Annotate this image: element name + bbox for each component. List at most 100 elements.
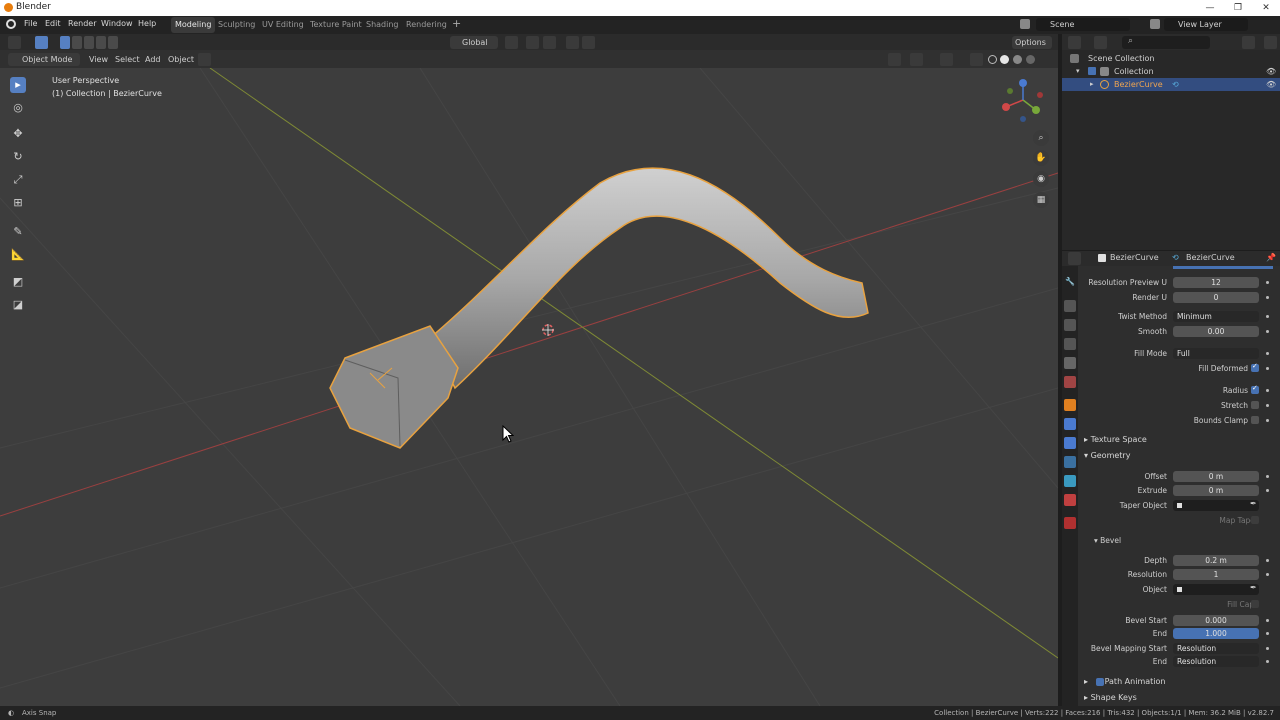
proportional-edit-icon[interactable] (566, 36, 579, 49)
outliner-row-scene-collection[interactable]: Scene Collection (1062, 52, 1280, 65)
new-collection-icon[interactable] (1264, 36, 1277, 49)
display-mode-icon[interactable] (1094, 36, 1107, 49)
tab-shading[interactable]: Shading (362, 17, 403, 33)
outliner-editor-icon[interactable] (1068, 36, 1081, 49)
constraints-tab-icon[interactable] (1064, 456, 1076, 468)
select-intersect-icon[interactable] (108, 36, 118, 49)
view-layer-tab-icon[interactable] (1064, 338, 1076, 350)
world-tab-icon[interactable] (1064, 376, 1076, 388)
filter-icon[interactable] (1242, 36, 1255, 49)
bevel-mapping-start-dropdown[interactable]: Resolution (1173, 643, 1259, 654)
path-animation-panel-header[interactable]: ▸ Path Animation (1084, 677, 1165, 686)
menu-help[interactable]: Help (138, 19, 156, 28)
render-tab-icon[interactable] (1064, 300, 1076, 312)
scale-tool-icon[interactable]: ⤢ (10, 172, 26, 188)
menu-edit[interactable]: Edit (45, 19, 61, 28)
select-invert-icon[interactable] (96, 36, 106, 49)
wireframe-shading-icon[interactable] (988, 55, 997, 64)
offset-field[interactable]: 0 m (1173, 471, 1259, 482)
menu-select[interactable]: Select (115, 53, 140, 66)
menu-view[interactable]: View (89, 53, 108, 66)
smooth-field[interactable]: 0.00 (1173, 326, 1259, 337)
expand-chevron-icon[interactable]: ▸ (1090, 78, 1094, 91)
select-box-tool-icon[interactable]: ▸ (10, 77, 26, 93)
geometry-panel-header[interactable]: ▾ Geometry (1084, 451, 1130, 460)
overlay-toggle-icon[interactable] (940, 53, 953, 66)
close-button[interactable]: ✕ (1252, 0, 1280, 16)
material-shading-icon[interactable] (1013, 55, 1022, 64)
select-new-icon[interactable] (60, 36, 70, 49)
include-checkbox[interactable] (1088, 67, 1096, 75)
bevel-end-field[interactable]: 1.000 (1173, 628, 1259, 639)
snap-target-icon[interactable] (543, 36, 556, 49)
menu-render[interactable]: Render (68, 19, 96, 28)
navigation-gizmo[interactable] (998, 75, 1048, 125)
map-taper-checkbox[interactable] (1251, 516, 1259, 524)
annotate-tool-icon[interactable]: ✎ (10, 224, 26, 240)
select-subtract-icon[interactable] (84, 36, 94, 49)
bounds-clamp-checkbox[interactable] (1251, 416, 1259, 424)
bevel-resolution-field[interactable]: 1 (1173, 569, 1259, 580)
shape-keys-panel-header[interactable]: ▸ Shape Keys (1084, 693, 1137, 702)
xray-toggle-icon[interactable] (970, 53, 983, 66)
tilt-tool-icon[interactable]: ◪ (10, 297, 26, 313)
eyedropper-icon[interactable]: ✒ (1250, 583, 1257, 592)
expand-chevron-icon[interactable]: ▾ (1076, 65, 1080, 78)
texture-tab-icon[interactable] (1064, 517, 1076, 529)
bezier-curve-object[interactable] (329, 167, 869, 449)
camera-icon[interactable]: ◉ (1033, 171, 1049, 187)
pivot-icon[interactable] (505, 36, 518, 49)
transform-tool-icon[interactable]: ⊞ (10, 195, 26, 211)
ortho-grid-icon[interactable]: ▦ (1033, 192, 1049, 208)
select-tool-icon[interactable] (35, 36, 48, 49)
rendered-shading-icon[interactable] (1026, 55, 1035, 64)
falloff-icon[interactable] (582, 36, 595, 49)
pin-icon[interactable]: 📌 (1266, 253, 1276, 262)
object-tab-icon[interactable] (1064, 399, 1076, 411)
zoom-icon[interactable]: ⌕ (1033, 130, 1049, 146)
tab-modeling[interactable]: Modeling (171, 17, 216, 33)
render-u-field[interactable]: 0 (1173, 292, 1259, 303)
taper-object-field[interactable] (1173, 500, 1259, 511)
tab-sculpting[interactable]: Sculpting (214, 17, 259, 33)
bevel-depth-field[interactable]: 0.2 m (1173, 555, 1259, 566)
eyedropper-icon[interactable]: ✒ (1250, 499, 1257, 508)
fill-deformed-checkbox[interactable] (1251, 362, 1259, 372)
z-axis-icon[interactable] (1019, 79, 1027, 87)
select-extend-icon[interactable] (72, 36, 82, 49)
eye-icon[interactable]: 👁 (1266, 78, 1276, 91)
scene-field[interactable]: Scene (1036, 18, 1130, 31)
menu-add[interactable]: Add (145, 53, 161, 66)
object-mode-dropdown[interactable]: Object Mode (8, 53, 80, 66)
curve-data-tab-icon[interactable] (1064, 475, 1076, 487)
object-data-icon[interactable] (198, 53, 211, 66)
measure-tool-icon[interactable]: 📐 (10, 247, 26, 263)
gizmo-toggle-icon[interactable] (910, 53, 923, 66)
tab-texture-paint[interactable]: Texture Paint (306, 17, 366, 33)
bevel-start-field[interactable]: 0.000 (1173, 615, 1259, 626)
scene-tab-icon[interactable] (1064, 357, 1076, 369)
menu-file[interactable]: File (24, 19, 37, 28)
fill-caps-checkbox[interactable] (1251, 600, 1259, 608)
stretch-checkbox[interactable] (1251, 401, 1259, 409)
minimize-button[interactable]: — (1196, 0, 1224, 16)
extrude-field[interactable]: 0 m (1173, 485, 1259, 496)
move-tool-icon[interactable]: ✥ (10, 126, 26, 142)
bevel-object-field[interactable] (1173, 584, 1259, 595)
material-tab-icon[interactable] (1064, 494, 1076, 506)
texture-space-panel-header[interactable]: ▸ Texture Space (1084, 435, 1147, 444)
tool-tab-icon[interactable]: 🔧 (1064, 276, 1076, 288)
resolution-preview-u-field[interactable]: 12 (1173, 277, 1259, 288)
output-tab-icon[interactable] (1064, 319, 1076, 331)
rotate-tool-icon[interactable]: ↻ (10, 149, 26, 165)
radius-checkbox[interactable] (1251, 384, 1259, 394)
options-dropdown[interactable]: Options (1012, 36, 1052, 49)
maximize-button[interactable]: ❐ (1224, 0, 1252, 16)
physics-tab-icon[interactable] (1064, 437, 1076, 449)
3d-viewport[interactable] (0, 68, 1058, 706)
bevel-mapping-end-dropdown[interactable]: Resolution (1173, 656, 1259, 667)
fill-mode-dropdown[interactable]: Full (1173, 348, 1259, 359)
tab-rendering[interactable]: Rendering (402, 17, 451, 33)
x-axis-icon[interactable] (1002, 103, 1010, 111)
orientation-dropdown[interactable]: Global (450, 36, 498, 49)
